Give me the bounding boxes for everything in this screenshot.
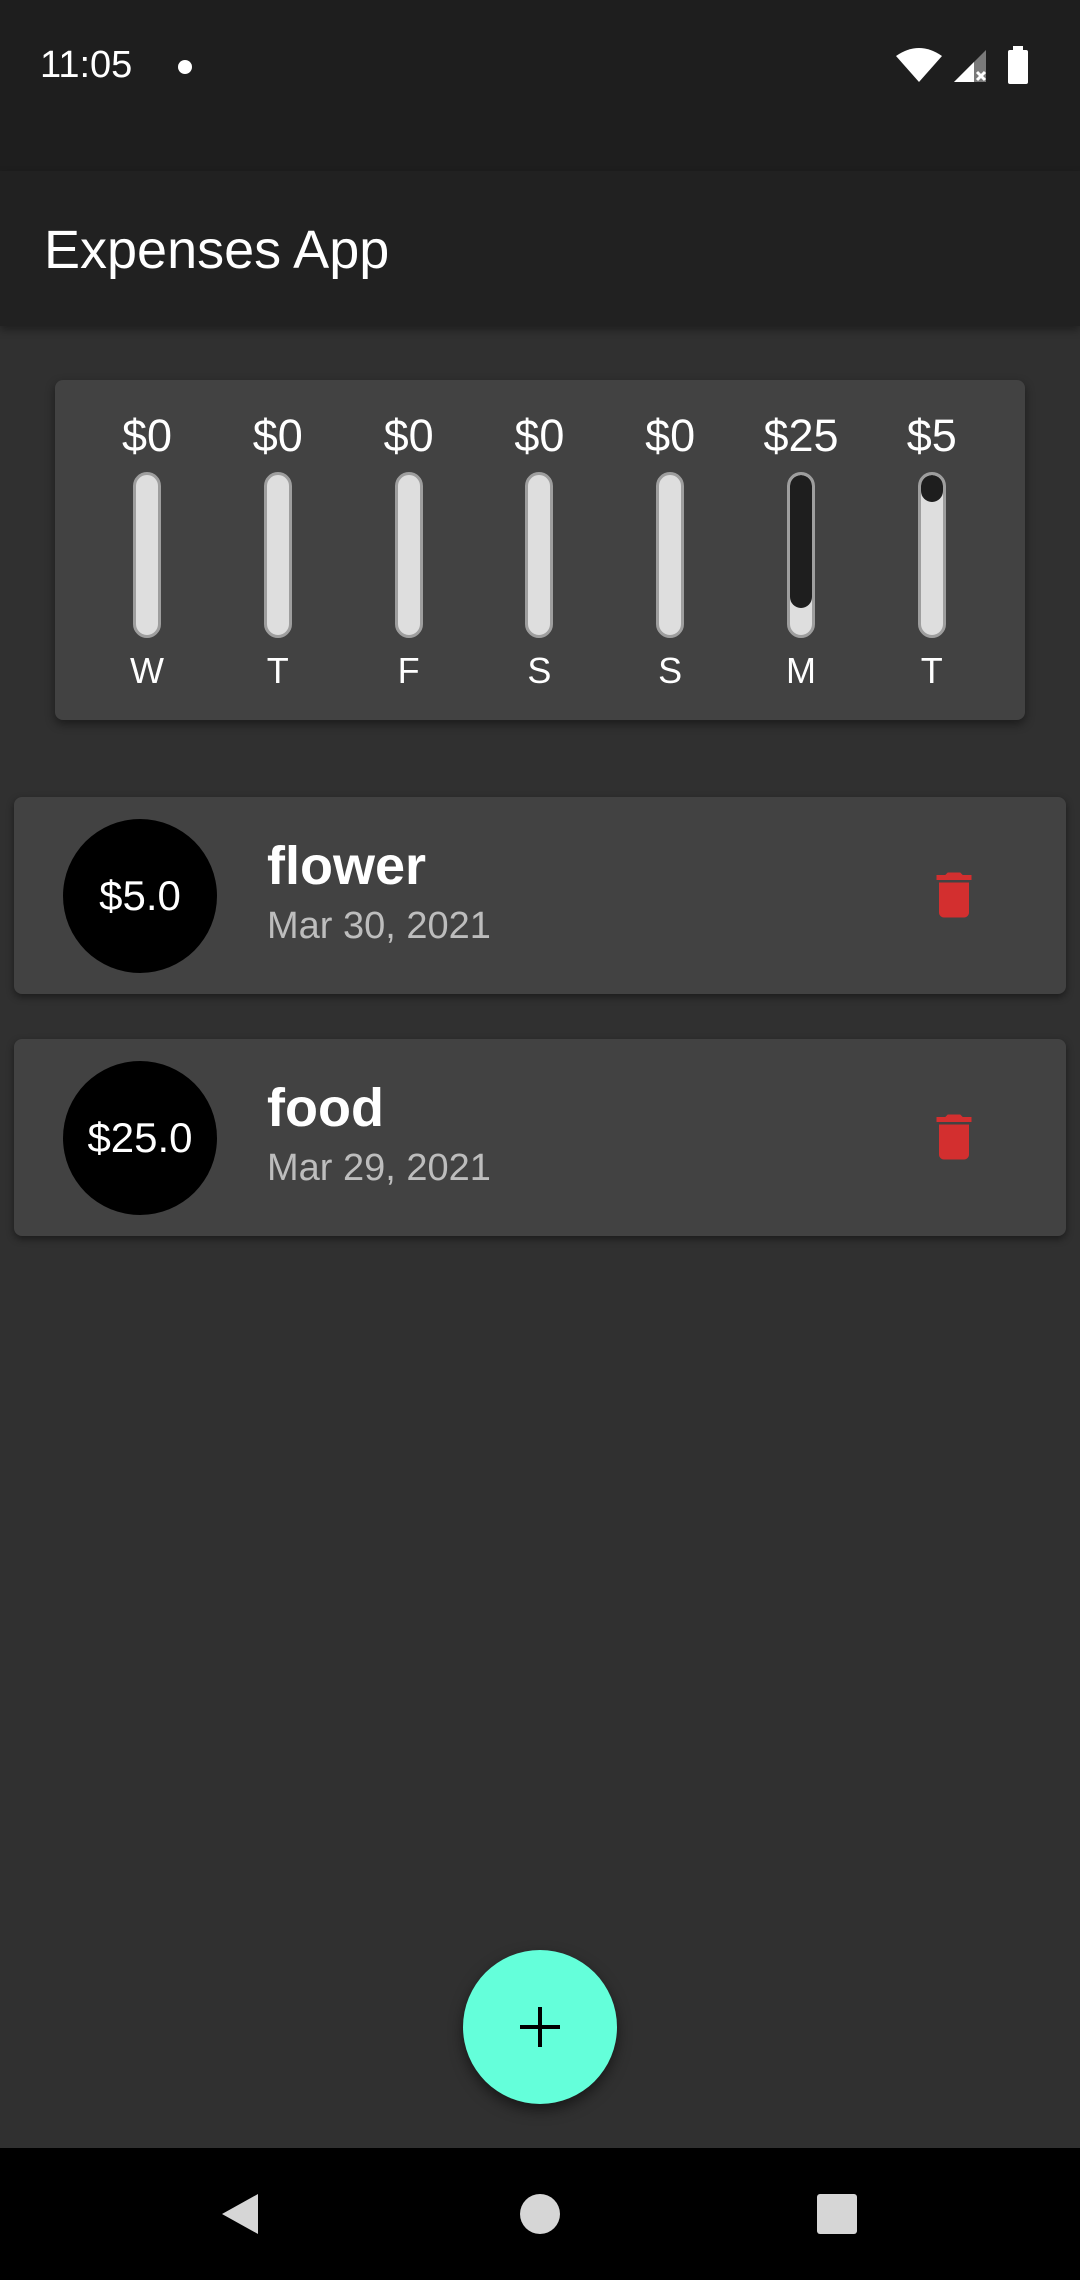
chart-day-label: F — [397, 650, 420, 691]
chart-amount-label: $25 — [763, 410, 839, 461]
notification-dot-icon — [178, 60, 192, 74]
status-icons — [894, 46, 1044, 86]
chart-amount-label: $5 — [906, 410, 957, 461]
chart-amount-label: $0 — [645, 410, 696, 461]
navigation-bar — [0, 2148, 1080, 2280]
amount-avatar: $25.0 — [63, 1061, 217, 1215]
chart-bar — [394, 472, 423, 638]
chart-bar — [133, 472, 161, 638]
chart-day-label: S — [527, 650, 552, 691]
status-bar: 11:05 — [0, 0, 1080, 171]
chart-column: $0 S — [610, 380, 730, 720]
transaction-card: $5.0 flower Mar 30, 2021 — [14, 797, 1066, 994]
plus-icon — [520, 2007, 560, 2047]
chart-column: $0 S — [479, 380, 599, 720]
transaction-title: food — [267, 1078, 384, 1138]
transaction-card: $25.0 food Mar 29, 2021 — [14, 1039, 1066, 1236]
chart-column: $5 T — [872, 380, 992, 720]
chart-bar-fill — [790, 475, 812, 608]
recents-icon[interactable] — [813, 2190, 861, 2238]
chart-day-label: M — [786, 650, 816, 691]
app-title: Expenses App — [44, 220, 390, 280]
screen: 11:05 Expenses App $0 W $0 T $0 F $0 S $0 S $25 M $5… — [0, 0, 1080, 2280]
status-time: 11:05 — [40, 44, 133, 86]
chart-day-label: T — [266, 650, 289, 691]
chart-amount-label: $0 — [121, 410, 173, 461]
back-icon[interactable] — [216, 2190, 264, 2238]
weekly-chart-card: $0 W $0 T $0 F $0 S $0 S $25 M $5 T — [55, 380, 1025, 720]
amount-avatar: $5.0 — [63, 819, 217, 973]
chart-column: $0 T — [218, 380, 338, 720]
delete-icon[interactable] — [924, 1107, 984, 1167]
chart-column: $25 M — [741, 380, 861, 720]
battery-icon — [1008, 46, 1028, 84]
transaction-amount: $25.0 — [87, 1114, 193, 1161]
chart-day-label: W — [130, 650, 164, 691]
chart-bar — [917, 472, 946, 638]
cell-signal-icon — [954, 50, 987, 82]
home-icon[interactable] — [516, 2190, 564, 2238]
chart-day-label: T — [920, 650, 943, 691]
chart-day-label: S — [658, 650, 683, 691]
transaction-date: Mar 30, 2021 — [267, 905, 491, 947]
transaction-amount: $5.0 — [99, 872, 181, 919]
wifi-icon — [896, 48, 942, 82]
chart-bar — [656, 472, 685, 638]
chart-amount-label: $0 — [383, 410, 434, 461]
add-transaction-button[interactable] — [463, 1950, 617, 2104]
chart-bar-fill — [920, 475, 943, 502]
delete-icon[interactable] — [924, 865, 984, 925]
transaction-date: Mar 29, 2021 — [267, 1147, 491, 1189]
chart-bar — [787, 472, 815, 638]
chart-amount-label: $0 — [514, 410, 565, 461]
chart-column: $0 W — [87, 380, 207, 720]
chart-bar — [263, 472, 292, 638]
chart-bar — [525, 472, 554, 638]
chart-amount-label: $0 — [252, 410, 303, 461]
transaction-title: flower — [267, 836, 427, 896]
app-bar: Expenses App — [0, 171, 1080, 326]
chart-column: $0 F — [349, 380, 469, 720]
